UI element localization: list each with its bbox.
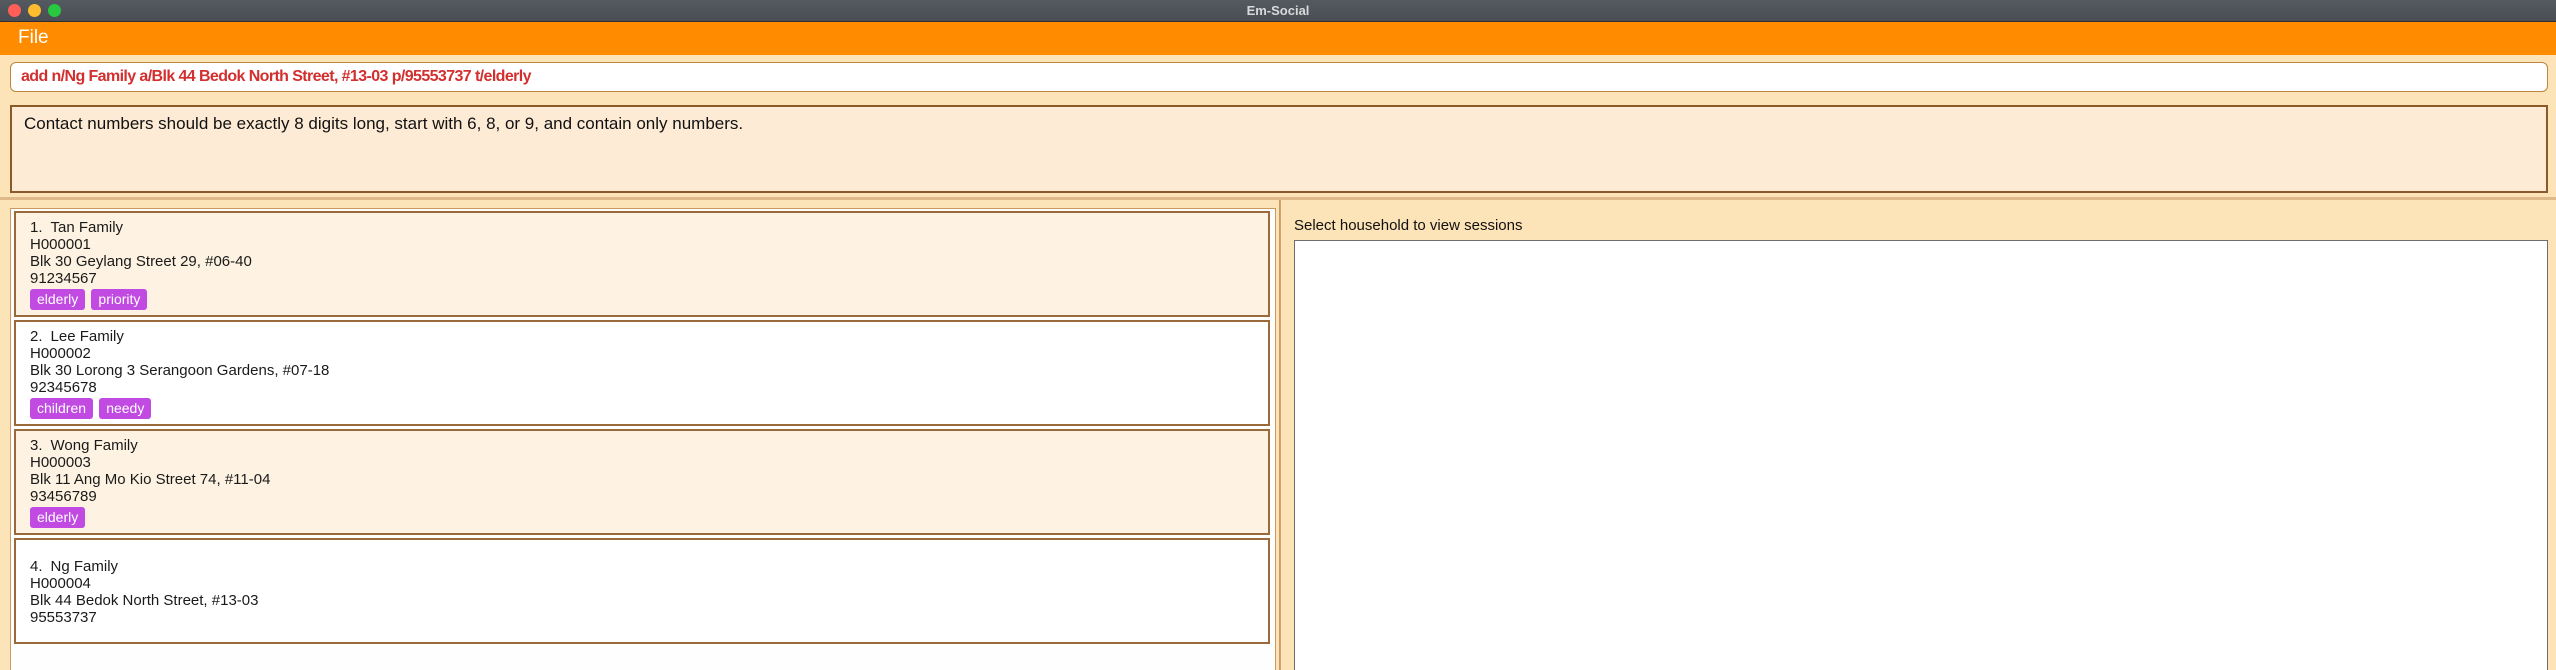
household-tags: elderly priority: [30, 289, 1254, 311]
household-list-panel: 1. Tan Family H000001 Blk 30 Geylang Stre…: [0, 200, 1280, 670]
household-id: H000003: [30, 454, 91, 471]
household-id: H000001: [30, 236, 91, 253]
household-card[interactable]: 1. Tan Family H000001 Blk 30 Geylang Stre…: [14, 211, 1270, 317]
household-phone: 95553737: [30, 609, 97, 626]
household-index: 3.: [30, 437, 43, 454]
tag-badge: needy: [99, 398, 152, 419]
pane-splitter[interactable]: [1280, 200, 1288, 670]
household-name-line: 2. Lee Family: [30, 328, 1254, 345]
household-address: Blk 44 Bedok North Street, #13-03: [30, 592, 259, 609]
household-phone: 91234567: [30, 270, 97, 287]
household-name-line: 3. Wong Family: [30, 437, 1254, 454]
menu-bar: File: [0, 22, 2556, 55]
sessions-prompt: Select household to view sessions: [1294, 217, 1523, 234]
household-tags: children needy: [30, 398, 1254, 420]
household-name-line: 4. Ng Family: [30, 558, 1254, 575]
household-address: Blk 30 Lorong 3 Serangoon Gardens, #07-1…: [30, 362, 330, 379]
household-name: Wong Family: [50, 437, 138, 454]
result-display: Contact numbers should be exactly 8 digi…: [10, 105, 2548, 193]
sessions-panel: Select household to view sessions: [1289, 200, 2556, 670]
household-index: 4.: [30, 558, 43, 575]
household-name-line: 1. Tan Family: [30, 219, 1254, 236]
household-phone: 92345678: [30, 379, 97, 396]
household-name: Tan Family: [50, 219, 124, 236]
window-titlebar: Em-Social: [0, 0, 2556, 22]
tag-badge: priority: [91, 289, 148, 310]
menu-file[interactable]: File: [18, 27, 49, 49]
tag-badge: elderly: [30, 507, 86, 528]
household-card[interactable]: 4. Ng Family H000004 Blk 44 Bedok North S…: [14, 538, 1270, 644]
household-name: Lee Family: [50, 328, 124, 345]
household-id: H000004: [30, 575, 91, 592]
household-tags: elderly: [30, 507, 1254, 529]
household-id: H000002: [30, 345, 91, 362]
household-index: 1.: [30, 219, 43, 236]
household-phone: 93456789: [30, 488, 97, 505]
household-list[interactable]: 1. Tan Family H000001 Blk 30 Geylang Stre…: [10, 208, 1276, 670]
household-index: 2.: [30, 328, 43, 345]
household-card[interactable]: 3. Wong Family H000003 Blk 11 Ang Mo Kio …: [14, 429, 1270, 535]
command-area: add n/Ng Family a/Blk 44 Bedok North Str…: [0, 55, 2556, 99]
sessions-list[interactable]: [1294, 240, 2548, 670]
household-card[interactable]: 2. Lee Family H000002 Blk 30 Lorong 3 Ser…: [14, 320, 1270, 426]
tag-badge: children: [30, 398, 94, 419]
window-title: Em-Social: [1246, 3, 1310, 18]
household-address: Blk 11 Ang Mo Kio Street 74, #11-04: [30, 471, 271, 488]
household-name: Ng Family: [50, 558, 119, 575]
household-address: Blk 30 Geylang Street 29, #06-40: [30, 253, 252, 270]
command-input[interactable]: add n/Ng Family a/Blk 44 Bedok North Str…: [10, 62, 2548, 92]
tag-badge: elderly: [30, 289, 86, 310]
